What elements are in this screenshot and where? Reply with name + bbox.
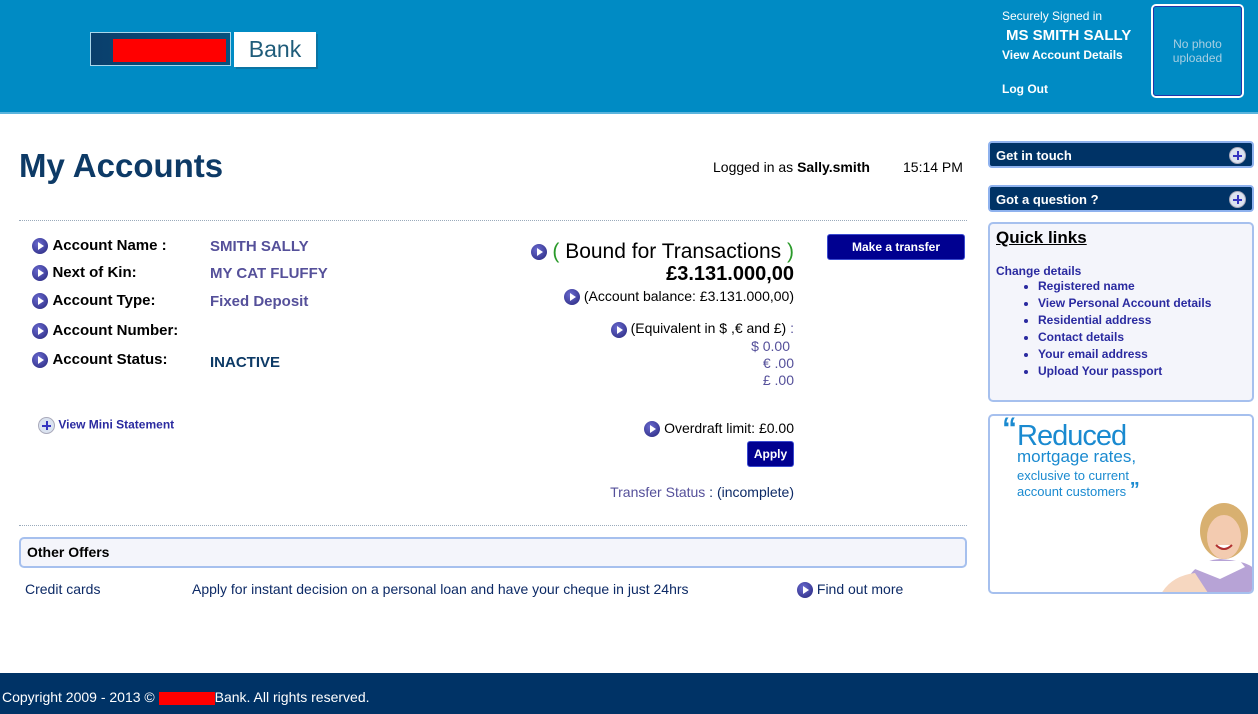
arrow-icon [32, 351, 48, 368]
gbp-value: £ .00 [762, 371, 794, 388]
field-label: Account Name : [52, 237, 167, 254]
apply-button[interactable]: Apply [747, 441, 794, 467]
footer: Copyright 2009 - 2013 © Bank. All rights… [0, 673, 1258, 714]
logged-in-info: Logged in as Sally.smith [713, 159, 870, 175]
field-label: Account Number: [52, 322, 179, 339]
logo-redaction [113, 39, 226, 62]
quick-links-list: Registered name View Personal Account de… [1038, 278, 1246, 380]
logged-in-prefix: Logged in as [713, 159, 798, 175]
field-row: Account Type: Fixed Deposit [32, 292, 308, 310]
account-balance: (Account balance: £3.131.000,00) [531, 288, 794, 306]
other-offers-header: Other Offers [19, 537, 967, 568]
ad-line3: exclusive to current [1017, 468, 1129, 483]
balance-text: (Account balance: £3.131.000,00) [583, 288, 794, 304]
quick-link[interactable]: Upload Your passport [1038, 363, 1246, 380]
woman-photo [1162, 503, 1252, 592]
page-title: My Accounts [19, 147, 224, 184]
transfer-status-value: : (incomplete) [705, 484, 794, 500]
expand-plus-icon[interactable] [1229, 191, 1246, 208]
view-mini-statement-link[interactable]: View Mini Statement [38, 417, 174, 434]
copyright-suffix: Bank. All rights reserved. [214, 689, 370, 705]
plus-icon [38, 417, 55, 434]
colon: : [786, 320, 794, 337]
logged-in-user: Sally.smith [797, 159, 870, 175]
field-row: Account Number: [32, 322, 178, 340]
arrow-icon [563, 289, 580, 306]
quick-link[interactable]: View Personal Account details [1038, 295, 1246, 312]
account-status-value: INACTIVE [210, 354, 281, 371]
got-a-question-panel[interactable]: Got a question ? [988, 185, 1254, 212]
get-in-touch-panel[interactable]: Get in touch [988, 141, 1254, 168]
field-value: Fixed Deposit [210, 293, 309, 310]
field-value: MY CAT FLUFFY [210, 265, 328, 282]
quick-links-panel: Quick links Change details Registered na… [988, 222, 1254, 402]
view-account-details-link[interactable]: View Account Details [1002, 48, 1123, 62]
quick-link[interactable]: Residential address [1038, 312, 1246, 329]
make-transfer-button[interactable]: Make a transfer [827, 234, 965, 260]
time: 15:14 PM [903, 159, 963, 175]
arrow-icon [32, 264, 48, 281]
field-value: SMITH SALLY [210, 238, 309, 255]
bound-amount: £3.131.000,00 [666, 263, 794, 285]
balance-panel: ( Bound for Transactions ) £3.131.000,00… [530, 240, 794, 389]
offer-description: Apply for instant decision on a personal… [192, 581, 689, 597]
transfer-status-label: Transfer Status [610, 484, 706, 500]
header: Bank Securely Signed in MS SMITH SALLY V… [0, 0, 1258, 114]
got-question-label: Got a question ? [996, 192, 1099, 207]
equivalent-text: (Equivalent in $ ,€ and £) [630, 320, 787, 337]
field-row: Account Name : SMITH SALLY [32, 237, 309, 255]
overdraft-text: Overdraft limit: £0.00 [664, 420, 794, 436]
logout-link[interactable]: Log Out [1002, 82, 1048, 96]
divider [19, 220, 967, 221]
user-name: MS SMITH SALLY [1006, 27, 1132, 44]
divider [19, 525, 967, 526]
arrow-icon [610, 321, 627, 338]
arrow-icon [530, 244, 547, 261]
field-row: Account Status: INACTIVE [32, 351, 280, 371]
usd-value: $ 0.00 [751, 337, 790, 354]
bound-label: Bound for Transactions [559, 240, 787, 263]
profile-photo-placeholder[interactable]: No photo uploaded [1151, 4, 1244, 98]
equivalent: (Equivalent in $ ,€ and £) : [531, 320, 794, 338]
logo-bank-text: Bank [234, 32, 316, 67]
mini-statement-label: View Mini Statement [58, 417, 175, 432]
mortgage-ad-banner[interactable]: “ Reduced mortgage rates, exclusive to c… [988, 414, 1254, 594]
change-details-link[interactable]: Change details [996, 264, 1246, 278]
field-label: Account Status: [52, 351, 168, 368]
overdraft: Overdraft limit: £0.00 [644, 420, 794, 438]
equivalent-values: $ 0.00 € .00 £ .00 [531, 338, 794, 389]
quick-link[interactable]: Registered name [1038, 278, 1246, 295]
quick-link[interactable]: Contact details [1038, 329, 1246, 346]
bound-heading: ( Bound for Transactions ) [530, 240, 794, 264]
get-in-touch-label: Get in touch [996, 148, 1072, 163]
arrow-icon [644, 421, 661, 438]
expand-plus-icon[interactable] [1229, 147, 1246, 164]
field-row: Next of Kin: MY CAT FLUFFY [32, 264, 328, 282]
find-out-more-label: Find out more [816, 581, 904, 597]
ad-line4: account customers ” [1017, 479, 1140, 501]
ad-line4-text: account customers [1017, 484, 1127, 499]
paren: ) [787, 240, 794, 263]
quick-links-title: Quick links [996, 228, 1087, 247]
quick-link[interactable]: Your email address [1038, 346, 1246, 363]
signed-in-label: Securely Signed in [1002, 9, 1103, 23]
redaction [158, 691, 215, 705]
field-label: Account Type: [52, 292, 156, 309]
arrow-icon [797, 582, 813, 599]
find-out-more-link[interactable]: Find out more [797, 581, 904, 599]
eur-value: € .00 [762, 354, 794, 371]
copyright-prefix: Copyright 2009 - 2013 © [2, 689, 159, 705]
transfer-status: Transfer Status : (incomplete) [610, 484, 794, 500]
arrow-icon [32, 322, 48, 339]
field-label: Next of Kin: [52, 264, 137, 281]
quote-open: “ [1002, 414, 1017, 445]
offer-name[interactable]: Credit cards [25, 581, 100, 597]
arrow-icon [32, 237, 48, 254]
arrow-icon [32, 292, 48, 309]
ad-subline: mortgage rates, [1017, 447, 1137, 466]
